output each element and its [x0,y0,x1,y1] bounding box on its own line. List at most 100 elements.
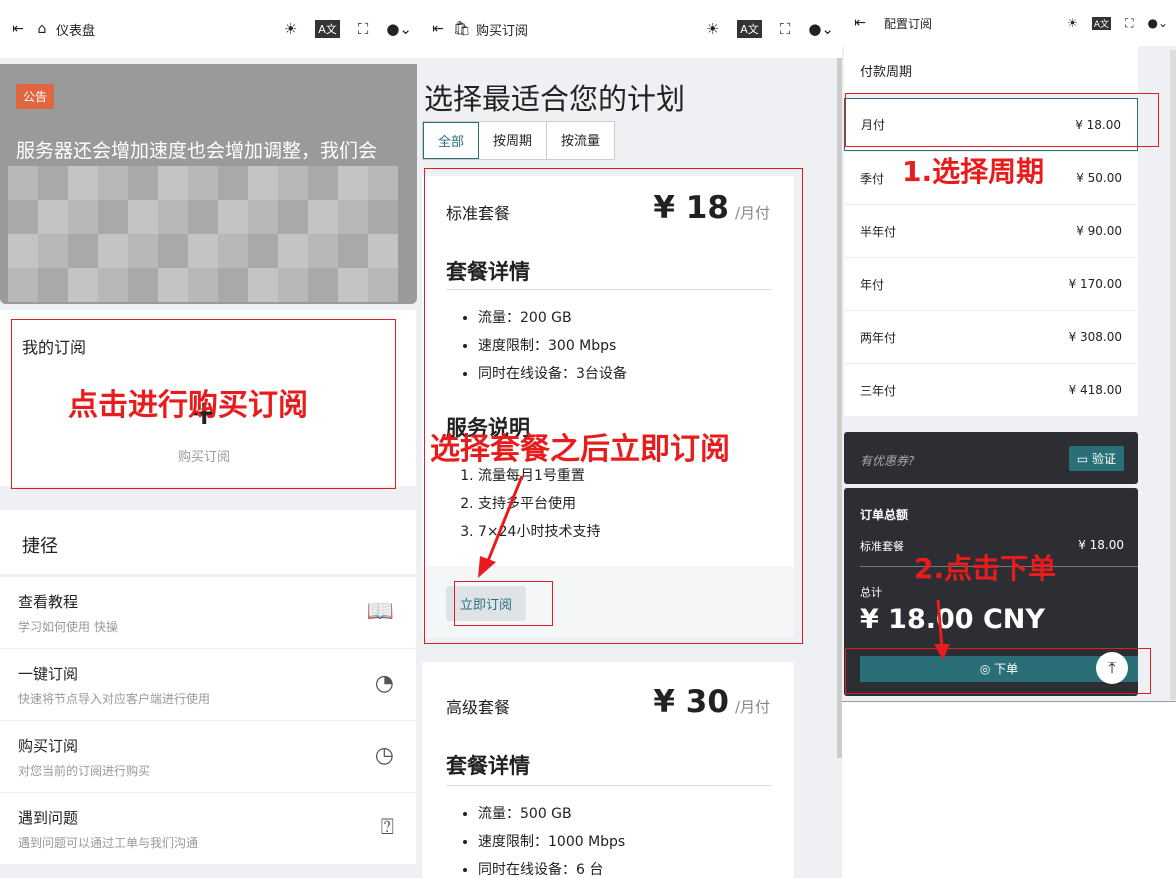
mosaic-tile [38,234,68,268]
period-option-monthly[interactable]: 月付 ¥ 18.00 [844,98,1138,151]
plan-price: ¥ 30/月付 [653,684,770,720]
mosaic-tile [98,200,128,234]
dashboard-panel: ⇤ ⌂ 仪表盘 ☀ A文 ⛶ ●⌄ 公告 服务器还会增加速度也会增加调整，我们会… [0,0,420,878]
translate-icon[interactable]: A文 [315,20,340,38]
mosaic-tile [128,234,158,268]
mosaic-tile [278,166,308,200]
shortcut-help[interactable]: 遇到问题 遇到问题可以通过工单与我们沟通 ⍰ [0,792,416,864]
book-icon: 📖 [366,599,394,624]
translate-icon[interactable]: A文 [1091,16,1112,30]
mosaic-tile [218,166,248,200]
buy-subscription-link[interactable]: 购买订阅 [178,446,230,465]
dashboard-topbar: ⇤ ⌂ 仪表盘 ☀ A文 ⛶ ●⌄ [0,0,420,58]
mosaic-tile [308,234,338,268]
mosaic-tile [8,234,38,268]
mosaic-tile [68,234,98,268]
shortcut-title: 遇到问题 [18,809,79,827]
menu-toggle-icon[interactable]: ⇤ [850,13,870,33]
bag-icon: 🛍 [453,21,471,37]
theme-toggle-icon[interactable]: ☀ [1067,16,1078,30]
configure-panel: ⇤ 配置订阅 ☀ A文 ⛶ ●⌄ 付款周期 月付 ¥ 18.00 季付 ¥ 50.0… [842,0,1176,702]
mosaic-tile [8,268,38,302]
plan-card-premium: 高级套餐 ¥ 30/月付 套餐详情 流量：500 GB 速度限制：1000 Mb… [422,662,794,878]
plan-details-title: 套餐详情 [446,260,530,284]
mosaic-tile [128,166,158,200]
shortcut-subtitle: 快速将节点导入对应客户端进行使用 [18,692,211,706]
plans-heading: 选择最适合您的计划 [424,82,686,116]
mosaic-tile [218,234,248,268]
subscribe-now-button[interactable]: 立即订阅 [446,586,527,621]
order-summary: 订单总额 标准套餐 ¥ 18.00 总计 ¥ 18.00 CNY ◎ 下单 ⤒ [844,488,1138,696]
mosaic-tile [248,200,278,234]
shortcuts-header: 捷径 [0,510,416,574]
menu-toggle-icon[interactable]: ⇤ [428,19,448,39]
page-title: 购买订阅 [476,23,529,39]
purchase-panel: ⇤ 🛍 购买订阅 ☀ A文 ⛶ ●⌄ 选择最适合您的计划 全部 按周期 按流量 … [420,0,842,878]
shortcut-subscribe[interactable]: 一键订阅 快速将节点导入对应客户端进行使用 ◔ [0,648,416,720]
mosaic-tile [38,166,68,200]
mosaic-tile [368,268,398,302]
total-amount: ¥ 18.00 CNY [860,604,1045,635]
plan-name: 标准套餐 [446,204,511,223]
shortcut-subtitle: 学习如何使用 快操 [18,620,118,634]
mosaic-tile [278,234,308,268]
shortcut-title: 查看教程 [18,593,79,611]
divider [446,289,772,290]
plan-details-list: 流量：200 GB 速度限制：300 Mbps 同时在线设备：3台设备 [478,304,627,388]
mosaic-tile [158,166,188,200]
coupon-box: 有优惠券? ▭ 验证 [844,432,1138,484]
user-avatar-icon[interactable]: ●⌄ [1147,16,1168,30]
mosaic-tile [38,268,68,302]
mosaic-tile [128,200,158,234]
total-title: 订单总额 [860,508,909,522]
user-avatar-icon[interactable]: ●⌄ [386,20,412,38]
annotation-select-period: 1.选择周期 [902,155,1045,188]
theme-toggle-icon[interactable]: ☀ [706,20,719,38]
announcement-banner[interactable]: 公告 服务器还会增加速度也会增加调整，我们会 [0,64,417,304]
verify-button[interactable]: ▭ 验证 [1068,446,1124,471]
tab-traffic[interactable]: 按流量 [547,122,614,159]
mosaic-tile [158,234,188,268]
mosaic-tile [98,166,128,200]
mosaic-tile [98,234,128,268]
period-header: 付款周期 [844,46,1138,94]
mosaic-tile [218,200,248,234]
scrollbar[interactable] [1170,50,1176,700]
check-circle-icon: ◎ [979,662,995,676]
period-option-half-year[interactable]: 半年付 ¥ 90.00 [844,204,1138,257]
period-option-three-year[interactable]: 三年付 ¥ 418.00 [844,363,1138,416]
divider [446,785,772,786]
user-avatar-icon[interactable]: ●⌄ [808,20,834,38]
tab-all[interactable]: 全部 [423,122,480,159]
mosaic-tile [338,268,368,302]
mosaic-tile [308,166,338,200]
mosaic-tile [338,234,368,268]
mosaic-tile [68,268,98,302]
translate-icon[interactable]: A文 [737,20,762,38]
mosaic-tile [158,200,188,234]
theme-toggle-icon[interactable]: ☀ [284,20,297,38]
tab-period[interactable]: 按周期 [479,122,548,159]
fullscreen-icon[interactable]: ⛶ [780,20,791,38]
fullscreen-icon[interactable]: ⛶ [358,20,369,38]
shortcut-subtitle: 遇到问题可以通过工单与我们沟通 [18,836,199,850]
page-title: 配置订阅 [884,16,933,31]
mosaic-tile [248,268,278,302]
plan-price: ¥ 18/月付 [653,190,770,226]
back-to-top-icon[interactable]: ⤒ [1096,652,1128,684]
shortcut-tutorial[interactable]: 查看教程 学习如何使用 快操 📖 [0,576,416,648]
period-option-yearly[interactable]: 年付 ¥ 170.00 [844,257,1138,310]
shortcut-purchase[interactable]: 购买订阅 对您当前的订阅进行购买 ◷ [0,720,416,792]
configure-topbar: ⇤ 配置订阅 ☀ A文 ⛶ ●⌄ [842,0,1176,46]
plan-details-title: 套餐详情 [446,754,530,778]
mosaic-tile [248,166,278,200]
mosaic-tile [68,200,98,234]
menu-toggle-icon[interactable]: ⇤ [8,19,28,39]
total-label: 总计 [860,586,882,599]
fullscreen-icon[interactable]: ⛶ [1125,16,1133,31]
annotation-buy: 点击进行购买订阅 [68,388,308,423]
mosaic-tile [68,166,98,200]
annotation-arrow [478,475,524,578]
period-title: 付款周期 [860,64,913,80]
period-option-two-year[interactable]: 两年付 ¥ 308.00 [844,310,1138,363]
